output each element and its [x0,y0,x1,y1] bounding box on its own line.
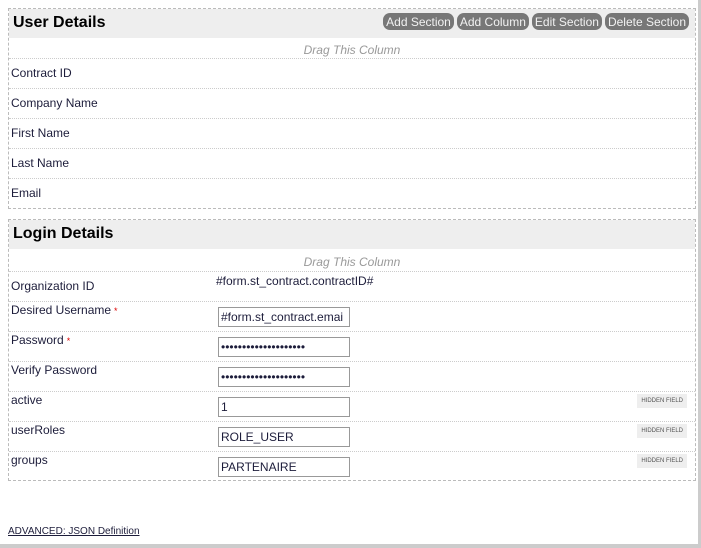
required-marker: * [114,306,118,316]
field-label: Organization ID [11,279,95,293]
page-edge-bottom [0,544,701,548]
field-label: groups [11,453,48,467]
label-text: Desired Username [11,303,112,317]
field-label: Contract ID [11,66,72,80]
hidden-field-badge: HIDDEN FIELD [637,424,687,438]
add-section-button[interactable]: Add Section [383,13,454,30]
add-column-button[interactable]: Add Column [456,13,529,30]
section-user-details: User Details Add Section Add Column Edit… [8,8,696,209]
drag-column-handle[interactable]: Drag This Column [9,38,695,58]
field-row[interactable]: Desired Username * [9,301,695,331]
field-row[interactable]: First Name [9,118,695,148]
label-text: Password [11,333,64,347]
section-title: User Details [13,14,106,31]
field-row[interactable]: Contract ID [9,58,695,88]
field-row[interactable]: active HIDDEN FIELD [9,391,695,421]
field-label: userRoles [11,423,66,437]
field-row[interactable]: Password * [9,331,695,361]
json-definition-link[interactable]: ADVANCED: JSON Definition [8,526,140,537]
field-label: Desired Username * [11,303,118,317]
field-label: First Name [11,126,70,140]
field-label: Email [11,186,42,200]
username-input[interactable] [218,307,350,327]
delete-section-button[interactable]: Delete Section [604,13,689,30]
user-roles-input[interactable] [218,427,350,447]
edit-section-button[interactable]: Edit Section [531,13,602,30]
password-input[interactable] [218,337,350,357]
hidden-field-badge: HIDDEN FIELD [637,394,687,408]
field-label: Company Name [11,96,98,110]
section-login-details: Login Details Drag This Column Organizat… [8,219,696,481]
field-label: active [11,393,43,407]
required-marker: * [66,336,71,346]
section-title: Login Details [13,225,114,242]
field-value: #form.st_contract.contractID# [216,274,374,288]
groups-input[interactable] [218,457,350,477]
hidden-field-badge: HIDDEN FIELD [637,454,687,468]
section-header[interactable]: User Details Add Section Add Column Edit… [9,9,695,38]
field-row[interactable]: Verify Password [9,361,695,391]
field-row[interactable]: Company Name [9,88,695,118]
field-row[interactable]: groups HIDDEN FIELD [9,451,695,481]
field-label: Password * [11,333,70,347]
field-row[interactable]: Email [9,178,695,208]
field-row[interactable]: userRoles HIDDEN FIELD [9,421,695,451]
field-row[interactable]: Last Name [9,148,695,178]
active-input[interactable] [218,397,350,417]
drag-column-handle[interactable]: Drag This Column [9,249,695,271]
field-label: Verify Password [11,363,98,377]
field-label: Last Name [11,156,70,170]
section-header[interactable]: Login Details [9,220,695,249]
verify-password-input[interactable] [218,367,350,387]
field-row[interactable]: Organization ID #form.st_contract.contrac… [9,271,695,301]
